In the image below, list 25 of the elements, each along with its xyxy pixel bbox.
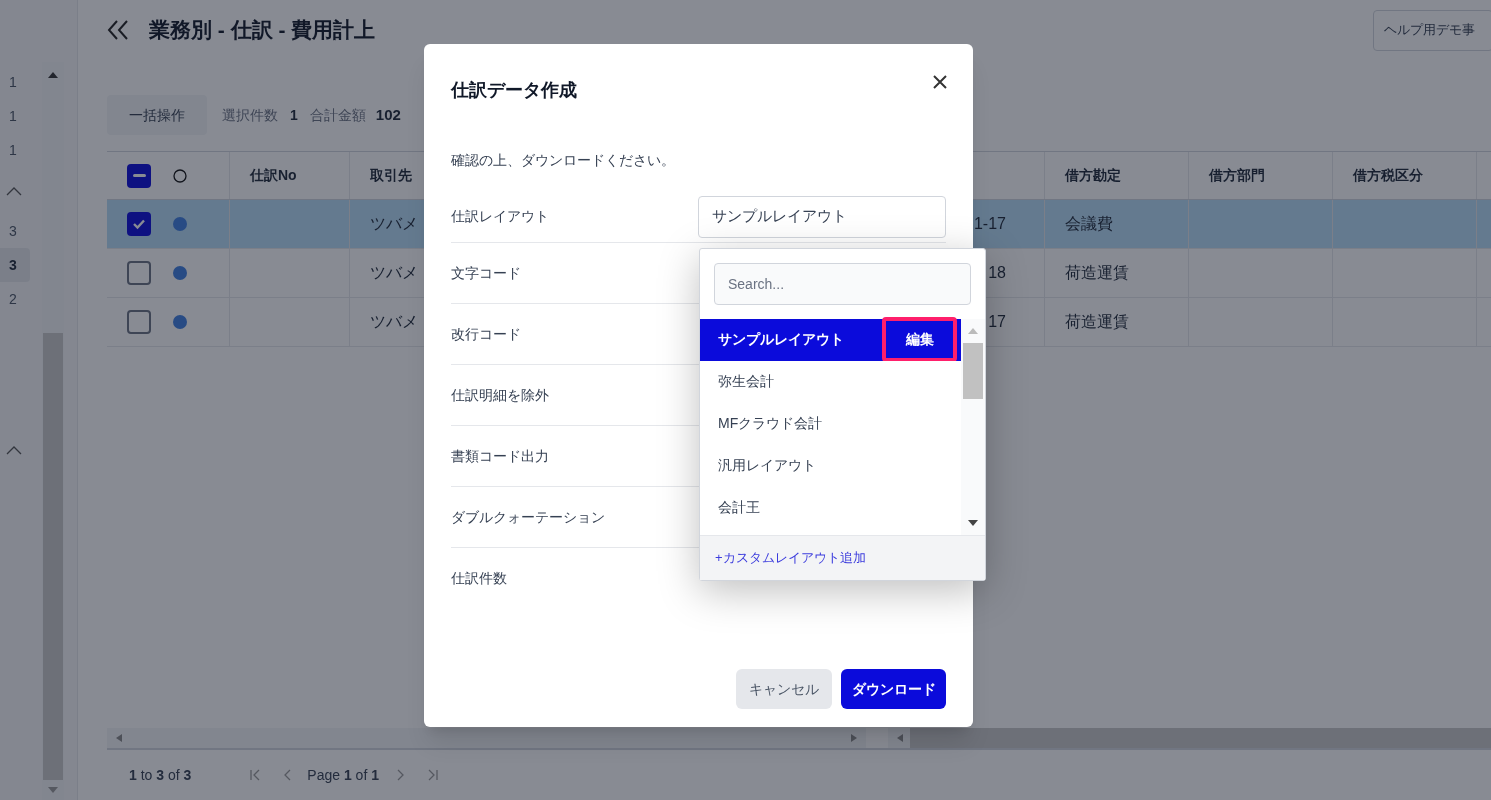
table-cell-text: 1-17 <box>973 214 1006 234</box>
table-cell-text: ツバメ <box>370 312 418 332</box>
dialog-title: 仕訳データ作成 <box>451 78 577 102</box>
table-cell-text: ツバメ <box>370 214 418 234</box>
table-cell-text: 18 <box>988 263 1006 283</box>
field-label: 文字コード <box>451 263 522 283</box>
field-label: 仕訳明細を除外 <box>451 385 550 405</box>
total-label: 合計金額 <box>309 105 366 125</box>
field-label: ダブルクォーテーション <box>451 507 606 527</box>
table-cell-text: 会議費 <box>1065 214 1113 234</box>
row-range-text: 1 to 3 of 3 <box>129 765 192 785</box>
table-cell-text: 荷造運賃 <box>1065 312 1129 332</box>
dialog-message: 確認の上、ダウンロードください。 <box>451 151 676 170</box>
table-cell-text: 17 <box>988 312 1006 332</box>
selected-count: 1 <box>290 105 298 125</box>
page-title: 業務別 - 仕訳 - 費用計上 <box>149 17 376 44</box>
field-label: 仕訳レイアウト <box>451 207 550 226</box>
total-amount: 102 <box>375 104 401 125</box>
selected-count-label: 選択件数 <box>222 105 278 125</box>
field-label: 改行コード <box>451 324 522 344</box>
table-cell-text: 荷造運賃 <box>1065 263 1129 283</box>
page-indicator: Page 1 of 1 <box>307 765 379 785</box>
field-label: 書類コード出力 <box>451 446 550 466</box>
table-cell-text: ツバメ <box>370 263 418 283</box>
field-label: 仕訳件数 <box>451 568 508 588</box>
